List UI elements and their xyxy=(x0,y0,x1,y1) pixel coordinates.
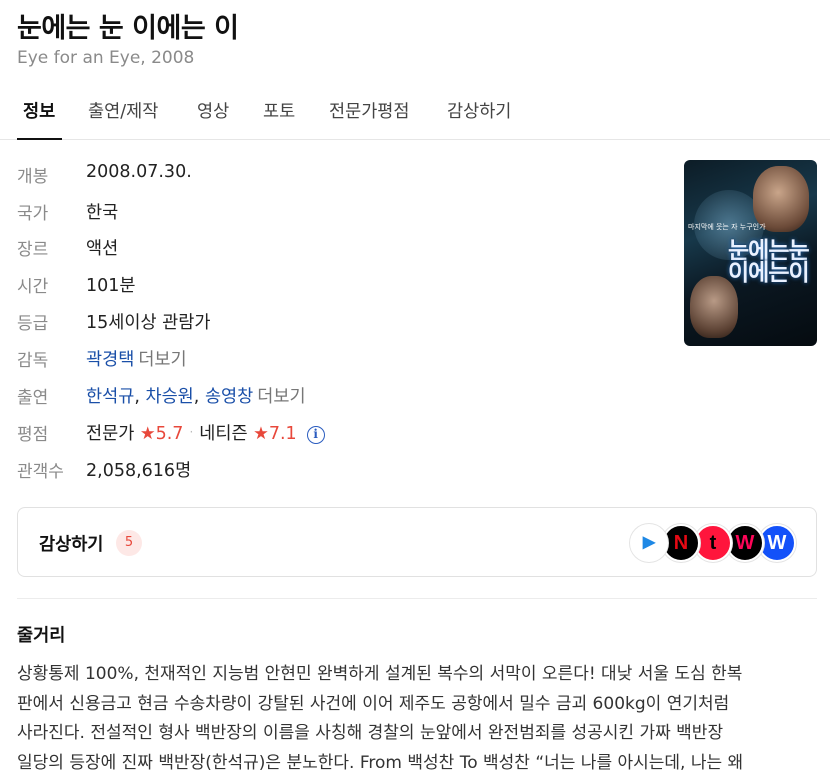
netizen-score: 7.1 xyxy=(268,424,297,444)
tab-cast-crew[interactable]: 출연/제작 xyxy=(88,98,158,123)
country-label: 국가 xyxy=(17,204,49,224)
cast-label: 출연 xyxy=(17,388,49,408)
cast-link[interactable]: 한석규 xyxy=(86,387,134,407)
release-value: 2008.07.30. xyxy=(86,162,192,182)
netizen-label: 네티즌 xyxy=(199,424,248,444)
active-tab-indicator xyxy=(17,138,62,140)
critic-star-icon: ★ xyxy=(139,424,156,444)
synopsis-line: 일당의 등장에 진짜 백반장(한석규)은 분노한다. From 백성찬 To 백… xyxy=(17,752,744,773)
synopsis-line: 상황통제 100%, 천재적인 지능범 안현민 완벽하게 설계된 복수의 서막이… xyxy=(17,664,743,684)
synopsis-text: 상황통제 100%, 천재적인 지능범 안현민 완벽하게 설계된 복수의 서막이… xyxy=(17,660,817,777)
rating-value: 15세이상 관람가 xyxy=(86,313,211,333)
watch-card[interactable]: 감상하기 5 ▶ Nt W W xyxy=(17,507,817,577)
score-value: 전문가 ★5.7 · 네티즌 ★7.1 i xyxy=(86,420,325,445)
synopsis-title: 줄거리 xyxy=(17,626,66,646)
cast-link[interactable]: 송영창 xyxy=(205,387,253,407)
director-label: 감독 xyxy=(17,351,49,371)
runtime-label: 시간 xyxy=(17,277,49,297)
movie-title: 눈에는 눈 이에는 이 xyxy=(17,13,239,44)
poster-title-line: 눈에는눈 xyxy=(728,238,810,264)
critic-label: 전문가 xyxy=(86,424,135,444)
rating-label: 등급 xyxy=(17,314,49,334)
score-separator: · xyxy=(189,425,194,439)
play-icon[interactable]: ▶ xyxy=(630,524,668,562)
director-value: 곽경택 더보기 xyxy=(86,346,187,371)
watch-title: 감상하기 xyxy=(39,535,104,555)
audience-label: 관객수 xyxy=(17,462,64,482)
country-value: 한국 xyxy=(86,203,119,223)
cast-value: 한석규, 차승원, 송영창 더보기 xyxy=(86,383,306,408)
critic-score: 5.7 xyxy=(155,424,184,444)
director-more-link[interactable]: 더보기 xyxy=(138,350,186,370)
audience-value: 2,058,616명 xyxy=(86,461,192,481)
tab-photo[interactable]: 포토 xyxy=(263,98,295,123)
cast-separator: , xyxy=(193,387,200,407)
tab-info[interactable]: 정보 xyxy=(23,98,55,123)
genre-value: 액션 xyxy=(86,239,119,259)
watch-count-badge: 5 xyxy=(116,530,142,556)
section-divider xyxy=(17,598,817,599)
movie-subtitle: Eye for an Eye, 2008 xyxy=(17,48,195,68)
netizen-star-icon: ★ xyxy=(253,424,269,444)
tab-video[interactable]: 영상 xyxy=(197,98,229,123)
synopsis-line: 판에서 신용금고 현금 수송차량이 강탈된 사건에 이어 제주도 공항에서 밀수… xyxy=(17,693,730,714)
tab-critic-rating[interactable]: 전문가평점 xyxy=(329,98,410,123)
poster-title-text: 눈에는눈 이에는이 xyxy=(728,238,814,286)
cast-link[interactable]: 차승원 xyxy=(145,387,193,407)
runtime-value: 101분 xyxy=(86,276,136,296)
tab-bar: 정보 출연/제작 영상 포토 전문가평점 감상하기 xyxy=(0,92,830,140)
score-label: 평점 xyxy=(17,425,49,445)
info-icon[interactable]: i xyxy=(306,426,325,444)
tab-watch[interactable]: 감상하기 xyxy=(447,98,511,123)
poster-title-line: 이에는이 xyxy=(728,260,810,286)
release-label: 개봉 xyxy=(17,167,49,187)
genre-label: 장르 xyxy=(17,240,49,260)
poster-tagline: 마지막에 웃는 자 누구인가 xyxy=(688,223,766,231)
movie-poster[interactable]: 마지막에 웃는 자 누구인가 눈에는눈 이에는이 xyxy=(684,160,817,346)
synopsis-line: 사라진다. 전설적인 형사 백반장의 이름을 사칭해 경찰의 눈앞에서 완전범죄… xyxy=(17,723,724,743)
cast-more-link[interactable]: 더보기 xyxy=(257,387,305,407)
cast-separator: , xyxy=(134,387,140,407)
director-link[interactable]: 곽경택 xyxy=(86,350,134,370)
